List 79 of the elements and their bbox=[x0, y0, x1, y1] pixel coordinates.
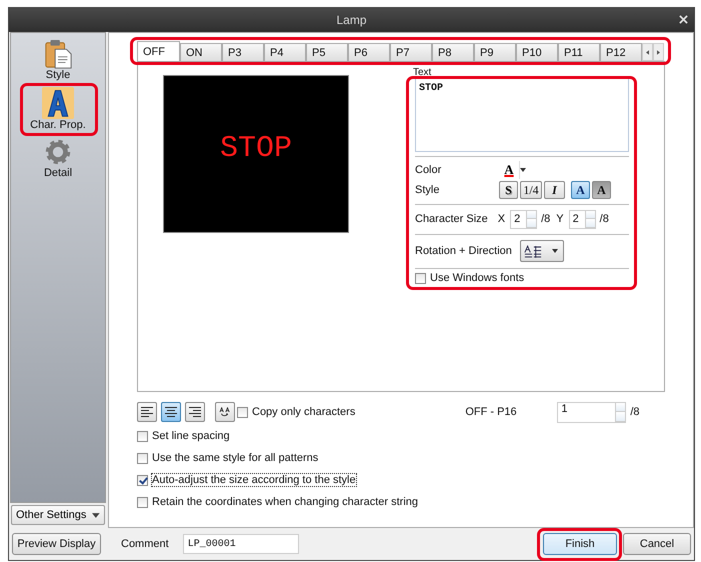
style-label: Style bbox=[415, 184, 440, 196]
color-label: Color bbox=[415, 164, 442, 176]
character-size-label: Character Size bbox=[415, 213, 488, 225]
x-size-spinner[interactable]: 2 bbox=[510, 210, 538, 228]
checkbox-label: Use the same style for all patterns bbox=[152, 452, 318, 464]
italic-style-button[interactable]: I bbox=[544, 181, 565, 199]
tab[interactable]: P8 bbox=[432, 43, 474, 61]
align-button[interactable] bbox=[185, 402, 205, 422]
copy-text-icon bbox=[219, 407, 231, 417]
comment-field[interactable]: LP_00001 bbox=[182, 534, 299, 554]
gear-icon bbox=[43, 137, 73, 167]
right-arrow-icon bbox=[657, 50, 660, 54]
tab[interactable]: P11 bbox=[558, 43, 600, 61]
letter-icon bbox=[42, 87, 74, 119]
tab[interactable]: P5 bbox=[306, 43, 348, 61]
comment-label: Comment bbox=[121, 538, 169, 550]
scroll-right-button[interactable] bbox=[653, 43, 664, 61]
tab[interactable]: P4 bbox=[264, 43, 306, 61]
max-label: /8 bbox=[600, 213, 609, 225]
text-label: Text bbox=[413, 68, 432, 78]
caret-icon bbox=[520, 168, 526, 172]
tab[interactable]: P3 bbox=[222, 43, 264, 61]
cancel-button[interactable]: Cancel bbox=[623, 533, 691, 555]
tab[interactable]: P12 bbox=[600, 43, 642, 61]
text-field[interactable]: STOP bbox=[415, 78, 629, 152]
shade-style-button[interactable]: A bbox=[592, 181, 611, 199]
other-settings-dropdown[interactable]: Other Settings bbox=[11, 505, 105, 525]
align-right-icon bbox=[189, 407, 201, 417]
caret-icon bbox=[552, 249, 558, 253]
checkbox[interactable] bbox=[415, 272, 426, 284]
scroll-left-button[interactable] bbox=[642, 43, 653, 61]
checkbox[interactable]: Use Windows fonts bbox=[415, 272, 629, 284]
sidebar-item[interactable]: Style bbox=[39, 37, 77, 83]
sidebar-item[interactable]: Char. Prop. bbox=[26, 85, 90, 133]
tab[interactable]: P6 bbox=[348, 43, 390, 61]
y-size-spinner[interactable]: 2 bbox=[568, 210, 596, 228]
tab[interactable]: P7 bbox=[390, 43, 432, 61]
checkbox-label: Copy only characters bbox=[252, 406, 356, 418]
window-title: Lamp bbox=[336, 12, 367, 26]
checkbox[interactable] bbox=[137, 430, 148, 442]
tab[interactable]: ON bbox=[180, 43, 222, 61]
finish-button[interactable]: Finish bbox=[543, 533, 617, 555]
checkbox[interactable] bbox=[137, 452, 148, 464]
shadow-style-button[interactable]: S bbox=[499, 181, 518, 199]
tab[interactable]: P10 bbox=[516, 43, 558, 61]
max-label: /8 bbox=[630, 406, 640, 418]
color-dropdown-button[interactable] bbox=[519, 161, 526, 179]
checkbox[interactable] bbox=[137, 474, 148, 486]
pattern-range-label: OFF - P16 bbox=[465, 406, 518, 418]
tab[interactable]: OFF bbox=[137, 41, 180, 61]
page-spinner[interactable]: 1 bbox=[557, 402, 626, 422]
checkbox-label: Auto-adjust the size according to the style bbox=[152, 474, 356, 486]
x-label: X bbox=[498, 213, 506, 225]
checkbox[interactable] bbox=[137, 496, 148, 508]
left-arrow-icon bbox=[646, 50, 649, 54]
max-label: /8 bbox=[541, 213, 550, 225]
bold-style-button[interactable]: A bbox=[571, 181, 590, 199]
align-button[interactable] bbox=[161, 402, 181, 422]
rotation-dropdown[interactable] bbox=[520, 240, 564, 262]
sidebar-item[interactable]: Detail bbox=[39, 135, 77, 181]
text-direction-icon bbox=[524, 244, 542, 258]
copy-characters-button[interactable] bbox=[215, 402, 235, 422]
align-center-icon bbox=[165, 407, 177, 417]
clipboard-icon bbox=[43, 39, 73, 69]
tab[interactable]: P9 bbox=[474, 43, 516, 61]
close-icon[interactable] bbox=[679, 15, 688, 24]
checkbox-label: Use Windows fonts bbox=[430, 272, 524, 284]
checkbox-label: Set line spacing bbox=[152, 430, 230, 442]
caret-icon bbox=[92, 512, 100, 518]
color-button[interactable]: A bbox=[499, 161, 519, 179]
align-left-icon bbox=[141, 407, 153, 417]
preview-text: STOP bbox=[220, 132, 292, 166]
y-label: Y bbox=[556, 213, 564, 225]
preview-display-button[interactable]: Preview Display bbox=[12, 533, 101, 555]
rotation-label: Rotation + Direction bbox=[415, 245, 512, 257]
checkbox[interactable] bbox=[237, 406, 248, 418]
align-button[interactable] bbox=[137, 402, 157, 422]
fraction-style-button[interactable]: 1/4 bbox=[520, 181, 542, 199]
checkbox-label: Retain the coordinates when changing character string bbox=[152, 496, 418, 508]
